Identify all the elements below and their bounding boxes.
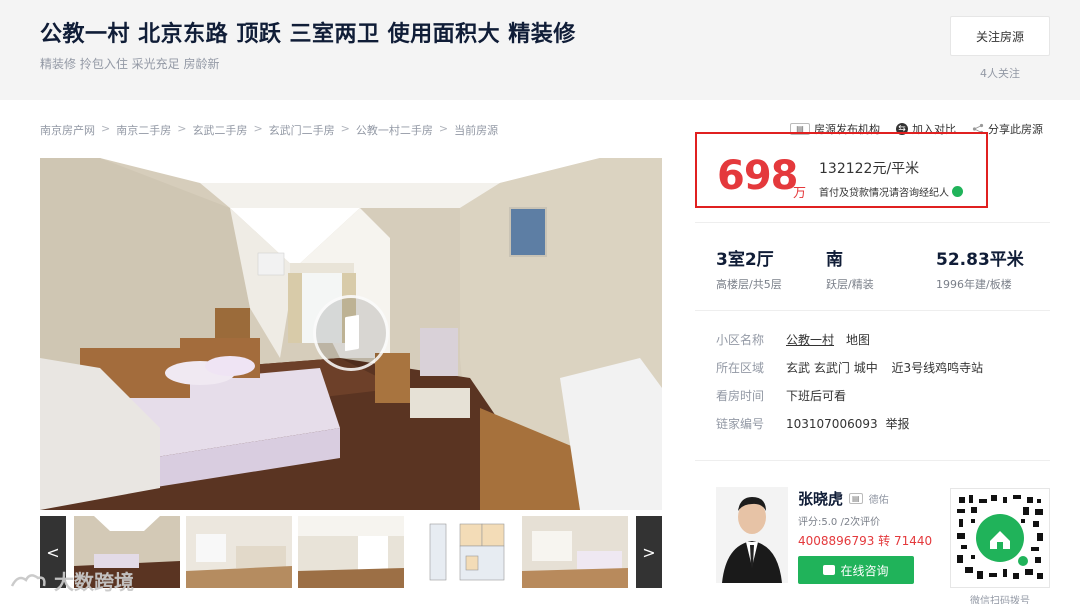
thumbnail-1[interactable] bbox=[74, 516, 180, 588]
stat-area-value: 52.83平米 bbox=[936, 250, 1024, 270]
qr-caption: 微信扫码拨号 bbox=[970, 596, 1030, 604]
listing-id: 103107006093 bbox=[786, 417, 878, 431]
report-link[interactable]: 举报 bbox=[885, 417, 909, 431]
payment-note-text: 首付及贷款情况请咨询经纪人 bbox=[819, 188, 949, 199]
info-viewing-value: 下班后可看 bbox=[786, 389, 847, 403]
online-consult-button[interactable]: 在线咨询 bbox=[798, 556, 914, 584]
floorplan-image bbox=[410, 516, 516, 588]
thumbnail-2[interactable] bbox=[186, 516, 292, 588]
total-price: 698 bbox=[717, 153, 798, 199]
district-link[interactable]: 玄武 bbox=[786, 361, 810, 375]
zone-text: 城中 bbox=[853, 361, 878, 375]
thumbnail-image bbox=[298, 516, 404, 588]
thumb-next-button[interactable]: > bbox=[636, 516, 662, 588]
total-price-unit: 万 bbox=[793, 186, 807, 201]
payment-note: 首付及贷款情况请咨询经纪人 bbox=[819, 184, 963, 199]
stat-layout: 3室2厅 高楼层/共5层 bbox=[716, 245, 782, 292]
info-area-value-wrap: 玄武 玄武门 城中 近3号线鸡鸣寺站 bbox=[786, 359, 983, 376]
stat-orientation: 南 跃层/精装 bbox=[826, 245, 874, 292]
wechat-qr-code bbox=[950, 488, 1050, 588]
subdistrict-link[interactable]: 玄武门 bbox=[814, 361, 850, 375]
agent-score: 评分:5.0 /2次评价 bbox=[798, 517, 881, 528]
breadcrumb-item-subdistrict[interactable]: 玄武门二手房 bbox=[269, 122, 335, 138]
thumb-prev-button[interactable]: < bbox=[40, 516, 66, 588]
thumbnail-image bbox=[522, 516, 628, 588]
agent-phone: 4008896793 转 71440 bbox=[798, 534, 933, 548]
breadcrumb-separator: > bbox=[101, 122, 111, 135]
community-link[interactable]: 公教一村 bbox=[786, 333, 834, 347]
main-photo[interactable] bbox=[40, 158, 662, 510]
thumbnail-strip: < > bbox=[40, 516, 662, 588]
thumbnail-3[interactable] bbox=[298, 516, 404, 588]
divider bbox=[695, 310, 1050, 311]
map-link[interactable]: 地图 bbox=[846, 333, 870, 347]
subway-text: 近3号线鸡鸣寺站 bbox=[891, 361, 984, 375]
info-community-label: 小区名称 bbox=[716, 333, 765, 347]
info-community-row: 小区名称 公教一村 地图 bbox=[716, 331, 870, 348]
listing-tags: 精装修 拎包入住 采光充足 房龄新 bbox=[40, 57, 220, 71]
breadcrumb: 南京房产网 > 南京二手房 > 玄武二手房 > 玄武门二手房 > 公教一村二手房… bbox=[40, 122, 498, 138]
breadcrumb-separator: > bbox=[340, 122, 350, 135]
follow-button[interactable]: 关注房源 bbox=[950, 16, 1050, 56]
breadcrumb-item-district[interactable]: 玄武二手房 bbox=[192, 122, 247, 138]
agent-avatar-image bbox=[716, 487, 788, 583]
info-area-row: 所在区域 玄武 玄武门 城中 近3号线鸡鸣寺站 bbox=[716, 359, 983, 376]
chat-bubble-icon bbox=[823, 565, 836, 575]
breadcrumb-item-city[interactable]: 南京房产网 bbox=[40, 122, 95, 138]
info-viewing-label: 看房时间 bbox=[716, 389, 765, 403]
agent-brand: 德佑 bbox=[868, 495, 889, 506]
breadcrumb-item-community[interactable]: 公教一村二手房 bbox=[356, 122, 433, 138]
breadcrumb-separator: > bbox=[177, 122, 187, 135]
thumbnail-image bbox=[74, 516, 180, 588]
follow-count: 4人关注 bbox=[980, 67, 1020, 80]
breadcrumb-separator: > bbox=[253, 122, 263, 135]
info-id-value-wrap: 103107006093 举报 bbox=[786, 415, 909, 432]
consult-label: 在线咨询 bbox=[840, 563, 889, 578]
stat-layout-floor: 高楼层/共5层 bbox=[716, 278, 782, 291]
stat-orientation-value: 南 bbox=[826, 250, 843, 270]
thumbnail-5[interactable] bbox=[522, 516, 628, 588]
play-button[interactable] bbox=[313, 295, 389, 371]
qr-code-image bbox=[951, 489, 1049, 587]
agent-name-row: 张晓虎 ▤ 德佑 bbox=[798, 488, 889, 509]
info-id-label: 链家编号 bbox=[716, 417, 765, 431]
agent-card-icon: ▤ bbox=[849, 493, 863, 504]
agent-avatar[interactable] bbox=[716, 487, 788, 583]
divider bbox=[695, 460, 1050, 461]
agent-name[interactable]: 张晓虎 bbox=[798, 488, 843, 509]
chat-icon[interactable] bbox=[952, 186, 963, 197]
breadcrumb-item-current: 当前房源 bbox=[454, 124, 499, 137]
listing-title: 公教一村 北京东路 顶跃 三室两卫 使用面积大 精装修 bbox=[40, 22, 576, 47]
info-viewing-row: 看房时间 下班后可看 bbox=[716, 387, 846, 404]
info-area-label: 所在区域 bbox=[716, 361, 765, 375]
unit-price: 132122元/平米 bbox=[819, 161, 920, 177]
vr-view-icon bbox=[345, 314, 359, 352]
stat-layout-value: 3室2厅 bbox=[716, 250, 774, 270]
thumbnail-4-floorplan[interactable] bbox=[410, 516, 516, 588]
price-box: 698 万 132122元/平米 首付及贷款情况请咨询经纪人 bbox=[695, 132, 988, 208]
thumbnail-image bbox=[186, 516, 292, 588]
info-id-row: 链家编号 103107006093 举报 bbox=[716, 415, 909, 432]
stat-orientation-type: 跃层/精装 bbox=[826, 278, 874, 291]
breadcrumb-item-secondhand[interactable]: 南京二手房 bbox=[116, 122, 171, 138]
info-community-value-wrap: 公教一村 地图 bbox=[786, 331, 870, 348]
stat-area-year: 1996年建/板楼 bbox=[936, 278, 1012, 291]
stat-area: 52.83平米 1996年建/板楼 bbox=[936, 245, 1024, 292]
breadcrumb-separator: > bbox=[438, 122, 449, 135]
share-label: 分享此房源 bbox=[988, 123, 1043, 136]
page-header: 公教一村 北京东路 顶跃 三室两卫 使用面积大 精装修 精装修 拎包入住 采光充… bbox=[0, 0, 1080, 100]
divider bbox=[695, 222, 1050, 223]
